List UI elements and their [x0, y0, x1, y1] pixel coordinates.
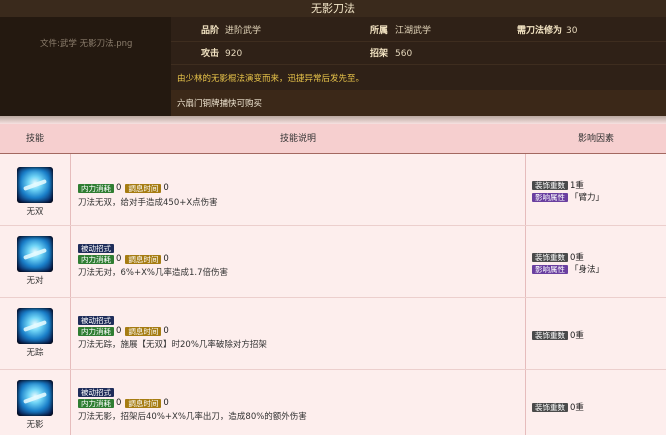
inner-force-tag: 内力消耗 — [78, 254, 114, 264]
school-label: 所属 — [370, 26, 389, 36]
cooldown-tag: 調息时间 — [125, 326, 162, 336]
factor-line: 装饰重数 0重 — [532, 329, 584, 341]
divider — [0, 116, 666, 124]
table-header: 技能 技能说明 影响因素 — [0, 124, 666, 154]
grade-label: 品阶 — [201, 26, 220, 36]
skill-name: 无对 — [26, 276, 44, 286]
factor-line: 影响属性 「臂力」 — [532, 191, 604, 203]
cooldown-tag: 調息时间 — [125, 254, 162, 264]
factor-value: 0重 — [570, 403, 584, 413]
factor-value: 1重 — [570, 181, 584, 191]
requirement-value: 30 — [566, 26, 578, 36]
skill-effect: 刀法无对，6%+X%几率造成1.7倍伤害 — [78, 268, 229, 278]
skill-name: 无踪 — [26, 348, 44, 358]
attack-value: 920 — [225, 49, 243, 59]
column-header-skill: 技能 — [25, 134, 44, 144]
purchase-info: 六扇门铜牌捕快可购买 — [177, 99, 263, 109]
inner-force-tag: 内力消耗 — [78, 183, 114, 193]
school-value: 江湖武学 — [395, 26, 432, 36]
factor-tag: 影响属性 — [532, 192, 568, 202]
cooldown-value: 0 — [163, 183, 169, 193]
grade-value: 进阶武学 — [225, 26, 262, 36]
inner-force-tag: 内力消耗 — [78, 398, 114, 408]
passive-tag-line: 被动招式 — [78, 388, 114, 398]
column-header-factors: 影响因素 — [577, 134, 614, 144]
inner-force-value: 0 — [116, 183, 122, 193]
skill-title: 无影刀法 — [0, 0, 666, 17]
parry-value: 560 — [395, 49, 413, 59]
skill-image-area: 文件:武学 无影刀法.png — [0, 17, 171, 116]
passive-tag-line: 被动招式 — [78, 244, 114, 254]
cooldown-value: 0 — [163, 254, 169, 264]
table-row: 无踪 被动招式 内力消耗 0 調息时间 0 刀法无踪，施展【无双】时20%几率破除对方… — [0, 299, 666, 370]
skill-name: 无影 — [26, 420, 44, 430]
factor-tag: 装饰重数 — [532, 330, 568, 340]
skill-info-panel: 无影刀法 文件:武学 无影刀法.png 品阶 进阶武学 所属 江湖武学 需刀法修… — [0, 0, 666, 116]
factor-value: 「臂力」 — [570, 193, 605, 203]
file-link[interactable]: 文件:武学 无影刀法.png — [40, 37, 132, 49]
factor-line: 影响属性 「身法」 — [532, 263, 604, 275]
cost-tags: 内力消耗 0 調息时间 0 — [78, 254, 173, 265]
parry-label: 招架 — [370, 49, 389, 59]
factor-value: 0重 — [570, 253, 584, 263]
cooldown-value: 0 — [163, 398, 169, 408]
skill-icon — [17, 236, 53, 272]
table-row: 无影 被动招式 内力消耗 0 調息时间 0 刀法无影，招架后40%+X%几率出刀，造成… — [0, 371, 666, 435]
factor-line: 装饰重数 0重 — [532, 251, 584, 263]
cost-tags: 内力消耗 0 調息时间 0 — [78, 326, 173, 337]
attribute-row: 攻击 920 招架 560 — [171, 43, 666, 65]
factor-line: 装饰重数 1重 — [532, 179, 584, 191]
table-row: 无对 被动招式 内力消耗 0 調息时间 0 刀法无对，6%+X%几率造成1.7倍伤害 … — [0, 227, 666, 298]
inner-force-value: 0 — [116, 254, 122, 264]
passive-tag: 被动招式 — [78, 244, 114, 253]
skill-description: 由少林的无影棍法演变而来，迅捷异常后发先至。 — [177, 74, 365, 84]
skill-icon — [17, 308, 53, 344]
skills-table: 技能 技能说明 影响因素 无双 内力消耗 0 調息时间 0 刀法无双，给对手造成450… — [0, 124, 666, 435]
factor-value: 0重 — [570, 331, 584, 341]
factor-tag: 装饰重数 — [532, 402, 568, 412]
cost-tags: 内力消耗 0 調息时间 0 — [78, 398, 173, 409]
passive-tag: 被动招式 — [78, 388, 114, 397]
attribute-row: 品阶 进阶武学 所属 江湖武学 需刀法修为 30 — [171, 20, 666, 42]
skill-name: 无双 — [26, 207, 44, 217]
skill-attributes: 品阶 进阶武学 所属 江湖武学 需刀法修为 30 攻击 920 招架 560 由… — [171, 17, 666, 116]
cooldown-tag: 調息时间 — [125, 398, 162, 408]
factor-tag: 装饰重数 — [532, 252, 568, 262]
requirement-label: 需刀法修为 — [517, 26, 563, 36]
column-header-description: 技能说明 — [279, 134, 316, 144]
passive-tag: 被动招式 — [78, 316, 114, 325]
skill-effect: 刀法无踪，施展【无双】时20%几率破除对方招架 — [78, 340, 267, 350]
factor-tag: 装饰重数 — [532, 180, 568, 190]
passive-tag-line: 被动招式 — [78, 316, 114, 326]
inner-force-value: 0 — [116, 326, 122, 336]
inner-force-value: 0 — [116, 398, 122, 408]
inner-force-tag: 内力消耗 — [78, 326, 114, 336]
cost-tags: 内力消耗 0 調息时间 0 — [78, 183, 173, 194]
purchase-bar: 六扇门铜牌捕快可购买 — [171, 90, 666, 116]
factor-tag: 影响属性 — [532, 264, 568, 274]
factor-value: 「身法」 — [570, 265, 605, 275]
attack-label: 攻击 — [201, 49, 220, 59]
skill-effect: 刀法无影，招架后40%+X%几率出刀，造成80%的额外伤害 — [78, 412, 307, 422]
skill-icon — [17, 380, 53, 416]
factor-line: 装饰重数 0重 — [532, 401, 584, 413]
table-row: 无双 内力消耗 0 調息时间 0 刀法无双，给对手造成450+X点伤害 装饰重数 1重 … — [0, 155, 666, 226]
skill-effect: 刀法无双，给对手造成450+X点伤害 — [78, 198, 218, 208]
cooldown-value: 0 — [163, 326, 169, 336]
skill-icon — [17, 167, 53, 203]
cooldown-tag: 調息时间 — [125, 183, 162, 193]
